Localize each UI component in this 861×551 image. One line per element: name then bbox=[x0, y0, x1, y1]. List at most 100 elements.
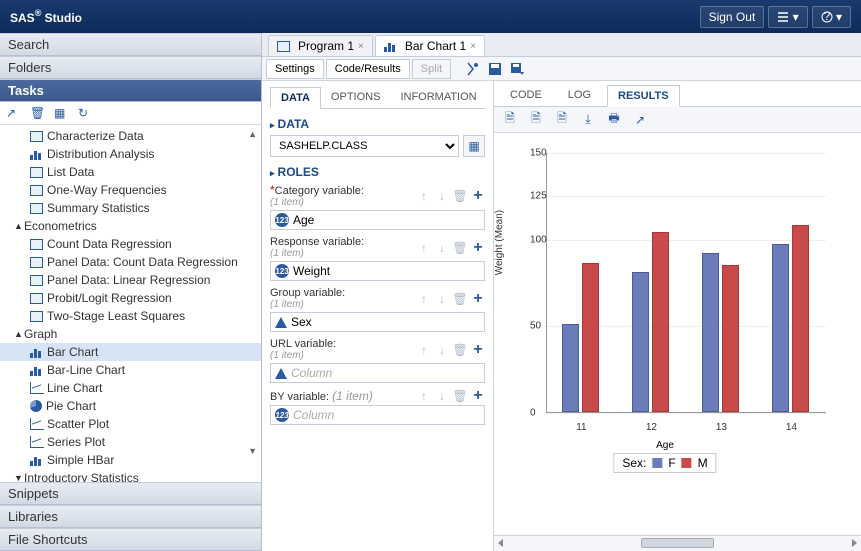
download-icon[interactable]: ⤓ bbox=[580, 112, 596, 128]
move-down-icon[interactable]: ↓ bbox=[435, 189, 449, 203]
settings-button[interactable]: Settings bbox=[266, 59, 324, 79]
tree-item[interactable]: Summary Statistics bbox=[0, 199, 261, 217]
editor-tab[interactable]: Program 1× bbox=[268, 35, 373, 56]
move-up-icon[interactable]: ↑ bbox=[417, 343, 431, 357]
tree-item[interactable]: Count Data Regression bbox=[0, 235, 261, 253]
tree-item[interactable]: Bar-Line Chart bbox=[0, 361, 261, 379]
accordion-tasks[interactable]: Tasks bbox=[0, 79, 261, 102]
add-icon[interactable]: + bbox=[471, 241, 485, 255]
editor-tab[interactable]: Bar Chart 1× bbox=[375, 35, 485, 56]
tree-item[interactable]: List Data bbox=[0, 163, 261, 181]
tree-item[interactable]: Simple HBar bbox=[0, 451, 261, 469]
move-up-icon[interactable]: ↑ bbox=[417, 389, 431, 403]
tree-item-label: One-Way Frequencies bbox=[47, 183, 167, 197]
roles-section-header[interactable]: ▸ROLES bbox=[270, 165, 485, 179]
popout-icon[interactable]: ↗ bbox=[632, 112, 648, 128]
tree-scroll-up[interactable]: ▲ bbox=[248, 129, 257, 139]
output-tab[interactable]: LOG bbox=[558, 85, 601, 106]
remove-icon[interactable]: 🗑 bbox=[453, 292, 467, 306]
help-button[interactable]: ? ▾ bbox=[812, 6, 851, 28]
split-button[interactable]: Split bbox=[412, 59, 451, 79]
role-field[interactable]: Sex bbox=[270, 312, 485, 332]
bar bbox=[652, 232, 669, 412]
move-down-icon[interactable]: ↓ bbox=[435, 292, 449, 306]
move-down-icon[interactable]: ↓ bbox=[435, 389, 449, 403]
tree-scroll-down[interactable]: ▼ bbox=[248, 446, 257, 456]
accordion-snippets[interactable]: Snippets bbox=[0, 482, 261, 505]
tree-item[interactable]: Two-Stage Least Squares bbox=[0, 307, 261, 325]
tree-item[interactable]: ▼Introductory Statistics bbox=[0, 469, 261, 482]
add-icon[interactable]: + bbox=[471, 389, 485, 403]
remove-icon[interactable]: 🗑 bbox=[453, 241, 467, 255]
role: Response variable:(1 item)↑↓🗑+123Weight bbox=[270, 236, 485, 281]
saveas-button[interactable] bbox=[507, 59, 527, 79]
scrollbar-thumb[interactable] bbox=[641, 538, 714, 548]
role-field[interactable]: 123Column bbox=[270, 405, 485, 425]
remove-icon[interactable]: 🗑 bbox=[453, 189, 467, 203]
close-icon[interactable]: × bbox=[358, 41, 364, 52]
browse-table-button[interactable]: ▦ bbox=[463, 135, 485, 157]
task-subtab[interactable]: OPTIONS bbox=[321, 87, 391, 108]
signout-button[interactable]: Sign Out bbox=[700, 6, 765, 28]
accordion-search[interactable]: Search bbox=[0, 33, 261, 56]
tree-item[interactable]: Distribution Analysis bbox=[0, 145, 261, 163]
bar-group bbox=[632, 232, 669, 412]
tree-item[interactable]: Line Chart bbox=[0, 379, 261, 397]
refresh-icon[interactable]: ↻ bbox=[78, 106, 92, 120]
tree-item[interactable]: Pie Chart bbox=[0, 397, 261, 415]
add-icon[interactable]: + bbox=[471, 189, 485, 203]
linechart-icon bbox=[30, 383, 43, 394]
add-icon[interactable]: + bbox=[471, 343, 485, 357]
role-label: BY variable: (1 item) bbox=[270, 389, 417, 403]
legend-label: F bbox=[668, 456, 675, 470]
chart-viewport: Weight (Mean) Age Sex:FM 050100125150111… bbox=[494, 133, 861, 535]
print-icon[interactable]: 🖶 bbox=[606, 112, 622, 128]
menu-button[interactable]: ▾ bbox=[768, 6, 807, 28]
move-down-icon[interactable]: ↓ bbox=[435, 343, 449, 357]
tree-item[interactable]: Panel Data: Linear Regression bbox=[0, 271, 261, 289]
horizontal-scrollbar[interactable] bbox=[494, 535, 861, 551]
accordion-libraries[interactable]: Libraries bbox=[0, 505, 261, 528]
move-down-icon[interactable]: ↓ bbox=[435, 241, 449, 255]
legend-title: Sex: bbox=[622, 456, 646, 470]
data-section-header[interactable]: ▸DATA bbox=[270, 117, 485, 131]
run-button[interactable] bbox=[463, 59, 483, 79]
tree-item[interactable]: Scatter Plot bbox=[0, 415, 261, 433]
data-table-select[interactable]: SASHELP.CLASS bbox=[270, 135, 459, 157]
move-up-icon[interactable]: ↑ bbox=[417, 241, 431, 255]
tree-item[interactable]: Panel Data: Count Data Regression bbox=[0, 253, 261, 271]
close-icon[interactable]: × bbox=[470, 41, 476, 52]
task-subtab[interactable]: INFORMATION bbox=[390, 87, 486, 108]
role-field[interactable]: 123Age bbox=[270, 210, 485, 230]
tree-item[interactable]: One-Way Frequencies bbox=[0, 181, 261, 199]
role-field[interactable]: Column bbox=[270, 363, 485, 383]
output-tab[interactable]: CODE bbox=[500, 85, 552, 106]
tree-item[interactable]: ▲Econometrics bbox=[0, 217, 261, 235]
coderesults-button[interactable]: Code/Results bbox=[326, 59, 410, 79]
accordion-fileshortcuts[interactable]: File Shortcuts bbox=[0, 528, 261, 551]
export-pdf-icon[interactable]: 🗎 bbox=[528, 112, 544, 128]
role-field[interactable]: 123Weight bbox=[270, 261, 485, 281]
tree-item[interactable]: ▲Graph bbox=[0, 325, 261, 343]
task-subtab[interactable]: DATA bbox=[270, 87, 321, 109]
tree-item[interactable]: Series Plot bbox=[0, 433, 261, 451]
new-task-icon[interactable]: ↗ bbox=[6, 106, 20, 120]
logo-main: SAS bbox=[10, 11, 35, 25]
save-button[interactable] bbox=[485, 59, 505, 79]
export-html-icon[interactable]: 🗎 bbox=[502, 112, 518, 128]
output-tab[interactable]: RESULTS bbox=[607, 85, 680, 107]
role-value: Weight bbox=[293, 264, 330, 278]
delete-task-icon[interactable]: 🗑 bbox=[30, 106, 44, 120]
tree-item[interactable]: Bar Chart bbox=[0, 343, 261, 361]
add-icon[interactable]: + bbox=[471, 292, 485, 306]
properties-icon[interactable]: ▦ bbox=[54, 106, 68, 120]
tree-item-label: List Data bbox=[47, 165, 94, 179]
accordion-folders[interactable]: Folders bbox=[0, 56, 261, 79]
export-rtf-icon[interactable]: 🗎 bbox=[554, 112, 570, 128]
remove-icon[interactable]: 🗑 bbox=[453, 343, 467, 357]
tree-item[interactable]: Probit/Logit Regression bbox=[0, 289, 261, 307]
move-up-icon[interactable]: ↑ bbox=[417, 189, 431, 203]
move-up-icon[interactable]: ↑ bbox=[417, 292, 431, 306]
remove-icon[interactable]: 🗑 bbox=[453, 389, 467, 403]
tree-item[interactable]: Characterize Data bbox=[0, 127, 261, 145]
